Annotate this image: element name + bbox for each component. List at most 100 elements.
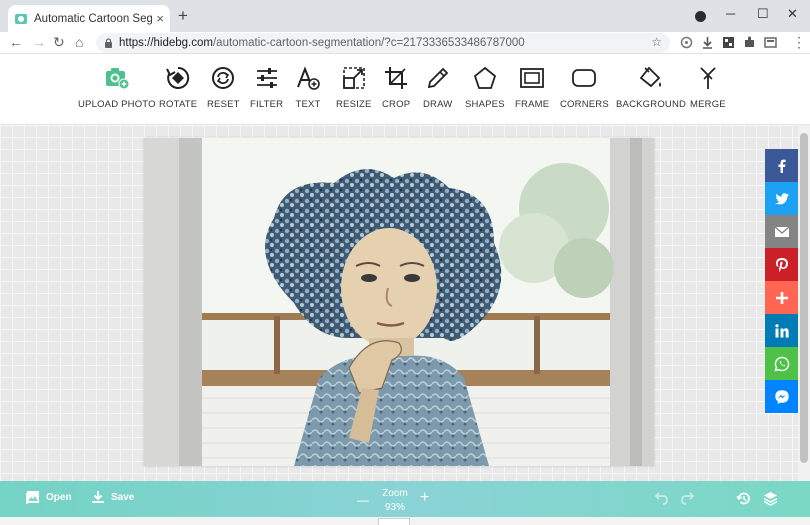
background-button[interactable]: BACKGROUND xyxy=(616,65,686,110)
camera-plus-icon xyxy=(105,68,130,90)
share-linkedin-button[interactable] xyxy=(765,314,798,347)
upload-photo-button[interactable]: UPLOAD PHOTO xyxy=(78,65,156,110)
rotate-label: ROTATE xyxy=(159,99,198,110)
new-tab-button[interactable]: + xyxy=(178,7,188,24)
pencil-icon xyxy=(427,67,449,89)
share-pinterest-button[interactable] xyxy=(765,248,798,281)
reset-button[interactable]: RESET xyxy=(207,65,240,110)
undo-icon[interactable] xyxy=(653,491,668,506)
frame-label: FRAME xyxy=(515,99,550,110)
rotate-button[interactable]: ROTATE xyxy=(159,65,197,110)
browser-tab-bar: Automatic Cartoon Segmentat × + ─ ☐ ✕ xyxy=(0,0,810,32)
zoom-value: 93% xyxy=(384,502,405,513)
browser-tab[interactable]: Automatic Cartoon Segmentat × xyxy=(8,5,170,32)
minimize-button[interactable]: ─ xyxy=(726,6,735,21)
pinterest-icon xyxy=(775,257,788,272)
edited-photo[interactable] xyxy=(144,138,654,466)
share-more-button[interactable] xyxy=(765,281,798,314)
background-label: BACKGROUND xyxy=(616,99,687,110)
vertical-scrollbar[interactable] xyxy=(798,125,810,481)
redo-icon[interactable] xyxy=(681,491,696,506)
text-button[interactable]: TEXT xyxy=(295,65,321,110)
puzzle-piece-icon[interactable] xyxy=(743,36,756,49)
scrollbar-thumb[interactable] xyxy=(800,133,808,463)
twitter-icon xyxy=(774,192,789,204)
merge-button[interactable]: MERGE xyxy=(690,65,726,110)
text-icon xyxy=(297,66,320,90)
frame-icon xyxy=(520,68,545,88)
whatsapp-icon xyxy=(773,356,789,372)
reset-icon xyxy=(212,67,235,89)
share-messenger-button[interactable] xyxy=(765,380,798,413)
crop-icon xyxy=(385,67,408,89)
rotate-icon xyxy=(166,66,190,89)
reload-icon[interactable]: ↻ xyxy=(53,33,65,51)
layers-icon[interactable] xyxy=(763,491,778,506)
paint-bucket-icon xyxy=(639,66,662,88)
screenshot-icon[interactable] xyxy=(764,36,777,49)
history-icon[interactable] xyxy=(736,491,751,506)
image-open-icon xyxy=(26,491,39,504)
messenger-icon xyxy=(774,389,789,404)
zoom-label: Zoom xyxy=(382,488,408,499)
share-facebook-button[interactable] xyxy=(765,149,798,182)
facebook-icon xyxy=(778,159,786,173)
extension-puzzle-icon[interactable] xyxy=(680,36,693,49)
resize-button[interactable]: RESIZE xyxy=(336,65,372,110)
open-button[interactable]: Open xyxy=(26,490,72,504)
save-button[interactable]: Save xyxy=(91,490,134,504)
frame-button[interactable]: FRAME xyxy=(515,65,549,110)
filter-sliders-icon xyxy=(256,68,277,88)
maximize-button[interactable]: ☐ xyxy=(757,6,769,22)
filter-button[interactable]: FILTER xyxy=(250,65,283,110)
download-save-icon xyxy=(92,491,104,503)
editor-toolbar: UPLOAD PHOTO ROTATE RESET FILTER TEXT RE… xyxy=(0,55,810,125)
save-label: Save xyxy=(111,491,135,503)
linkedin-icon xyxy=(774,323,789,337)
url-field[interactable]: https://hidebg.com /automatic-cartoon-se… xyxy=(96,33,670,53)
cartoon-portrait-image xyxy=(144,138,654,466)
lock-icon xyxy=(105,38,112,48)
zoom-out-button[interactable]: — xyxy=(357,492,369,508)
corners-button[interactable]: CORNERS xyxy=(560,65,609,110)
share-email-button[interactable] xyxy=(765,215,798,248)
shapes-label: SHAPES xyxy=(465,99,505,110)
home-icon[interactable]: ⌂ xyxy=(75,33,83,51)
qr-code-icon[interactable] xyxy=(722,36,735,49)
merge-icon xyxy=(700,67,716,89)
tab-close-icon[interactable]: × xyxy=(156,11,164,26)
rounded-rect-icon xyxy=(572,69,597,87)
address-bar: ← → ↻ ⌂ https://hidebg.com /automatic-ca… xyxy=(0,32,810,54)
url-host: https://hidebg.com xyxy=(119,37,213,49)
tab-title: Automatic Cartoon Segmentat xyxy=(34,12,153,25)
resize-label: RESIZE xyxy=(336,99,372,110)
draw-button[interactable]: DRAW xyxy=(423,65,452,110)
open-label: Open xyxy=(46,491,72,503)
forward-icon[interactable]: → xyxy=(32,33,46,51)
profile-download-icon[interactable] xyxy=(695,11,706,22)
text-label: TEXT xyxy=(295,99,321,110)
upload-photo-label: UPLOAD PHOTO xyxy=(78,99,156,110)
back-icon[interactable]: ← xyxy=(9,33,23,51)
plus-icon xyxy=(775,291,788,304)
email-icon xyxy=(774,226,789,237)
crop-button[interactable]: CROP xyxy=(382,65,410,110)
bookmark-star-icon[interactable]: ☆ xyxy=(651,35,662,49)
zoom-in-button[interactable]: + xyxy=(420,490,429,506)
resize-icon xyxy=(342,67,365,89)
download-icon[interactable] xyxy=(701,36,714,49)
draw-label: DRAW xyxy=(423,99,453,110)
bottom-action-bar: Open Save — Zoom 93% + xyxy=(0,481,810,517)
collapse-handle[interactable] xyxy=(378,518,410,525)
browser-menu-icon[interactable]: ⋮ xyxy=(792,33,806,51)
url-path: /automatic-cartoon-segmentation/?c=21733… xyxy=(212,37,525,49)
close-window-button[interactable]: ✕ xyxy=(787,6,798,22)
share-whatsapp-button[interactable] xyxy=(765,347,798,380)
pentagon-icon xyxy=(473,66,496,89)
share-twitter-button[interactable] xyxy=(765,182,798,215)
reset-label: RESET xyxy=(207,99,240,110)
merge-label: MERGE xyxy=(690,99,726,110)
site-favicon-icon xyxy=(15,13,27,24)
corners-label: CORNERS xyxy=(560,99,609,110)
shapes-button[interactable]: SHAPES xyxy=(465,65,505,110)
